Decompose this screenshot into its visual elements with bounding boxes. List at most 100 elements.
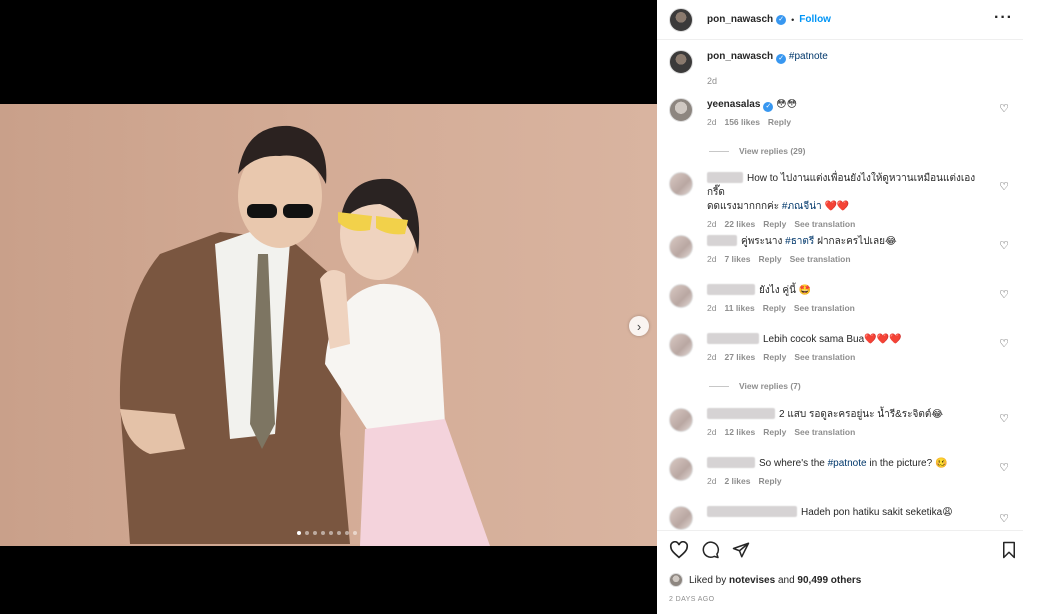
- comment-item: Lebih cocok sama Bua❤️❤️❤️ 2d 27 likes R…: [669, 333, 1009, 362]
- next-slide-button[interactable]: ›: [629, 316, 649, 336]
- carousel-dot: [321, 531, 325, 535]
- comment-likes[interactable]: 156 likes: [724, 117, 759, 127]
- caption-avatar[interactable]: [669, 50, 693, 74]
- comment-likes[interactable]: 27 likes: [724, 352, 755, 362]
- reply-button[interactable]: Reply: [763, 219, 786, 229]
- heart-icon[interactable]: ♡: [999, 337, 1009, 350]
- liker-avatar[interactable]: [669, 573, 683, 587]
- reply-button[interactable]: Reply: [763, 427, 786, 437]
- see-translation-button[interactable]: See translation: [794, 352, 855, 362]
- comment-hashtag[interactable]: #ธาตรี: [785, 236, 814, 247]
- commenter-avatar[interactable]: [669, 235, 693, 259]
- comment-likes[interactable]: 11 likes: [724, 303, 754, 313]
- commenter-avatar[interactable]: [669, 457, 693, 481]
- verified-icon: ✓: [776, 54, 787, 64]
- see-translation-button[interactable]: See translation: [794, 427, 855, 437]
- liked-by-user[interactable]: notevises: [729, 575, 775, 586]
- caption-username[interactable]: pon_nawasch: [707, 51, 773, 62]
- commenter-avatar[interactable]: [669, 408, 693, 432]
- bookmark-icon[interactable]: [1001, 541, 1017, 559]
- liked-by-prefix: Liked by: [689, 574, 727, 586]
- reply-button[interactable]: Reply: [768, 117, 791, 127]
- heart-icon[interactable]: ♡: [999, 180, 1009, 193]
- reply-button[interactable]: Reply: [758, 476, 781, 486]
- more-icon[interactable]: ···: [994, 9, 1013, 27]
- carousel-indicator: [297, 531, 357, 535]
- comment-age: 2d: [707, 476, 717, 486]
- comment-text-cont: in the picture? 🥴: [869, 458, 948, 469]
- comment-likes[interactable]: 12 likes: [724, 427, 755, 437]
- post-photo: [0, 104, 657, 546]
- comment-text-cont: ดดแรงมากกกค่ะ: [707, 201, 780, 212]
- commenter-avatar[interactable]: [669, 98, 693, 122]
- reply-button[interactable]: Reply: [763, 352, 786, 362]
- carousel-dot: [313, 531, 317, 535]
- heart-icon[interactable]: ♡: [999, 288, 1009, 301]
- blurred-username: [707, 172, 743, 183]
- see-translation-button[interactable]: See translation: [790, 254, 851, 264]
- comment-hearts: ❤️❤️: [824, 201, 850, 212]
- comment-item: yeenasalas ✓ 😳😳 2d 156 likes Reply ♡: [669, 98, 1009, 127]
- comment-hashtag[interactable]: #ภณจีน่า: [782, 201, 822, 212]
- commenter-avatar[interactable]: [669, 333, 693, 357]
- comment-item: So where's the #patnote in the picture? …: [669, 457, 1009, 486]
- carousel-dot: [345, 531, 349, 535]
- reply-button[interactable]: Reply: [758, 254, 781, 264]
- post-actions: Liked by notevises and 90,499 others 2 D…: [657, 530, 1023, 614]
- comment-item: 2 แสบ รอดูละครอยู่นะ น้ำรี&ระจิตต์😂 2d 1…: [669, 408, 1009, 437]
- commenter-avatar[interactable]: [669, 172, 693, 196]
- separator-dot: •: [791, 14, 795, 25]
- comment-age: 2d: [707, 254, 717, 264]
- comment-text: ยังไง คู่นี้ 🤩: [759, 285, 812, 296]
- comment-icon[interactable]: [701, 541, 720, 559]
- comment-age: 2d: [707, 352, 717, 362]
- carousel-dot: [337, 531, 341, 535]
- comment-hashtag[interactable]: #patnote: [828, 458, 867, 469]
- view-replies-button[interactable]: View replies (7): [709, 381, 801, 391]
- follow-button[interactable]: Follow: [799, 14, 831, 25]
- heart-icon[interactable]: ♡: [999, 461, 1009, 474]
- comment-likes[interactable]: 22 likes: [724, 219, 755, 229]
- likes-count[interactable]: 90,499 others: [797, 575, 861, 586]
- blurred-username: [707, 284, 755, 295]
- comment-item: Hadeh pon hatiku sakit seketika😩 ♡: [669, 506, 1009, 530]
- comment-text: 2 แสบ รอดูละครอยู่นะ น้ำรี&ระจิตต์😂: [779, 409, 944, 420]
- blurred-username: [707, 235, 737, 246]
- comment-likes[interactable]: 7 likes: [724, 254, 750, 264]
- heart-icon[interactable]: ♡: [999, 512, 1009, 525]
- heart-icon[interactable]: [669, 541, 689, 559]
- comment-item: คู่พระนาง #ธาตรี ฝากละครไปเลย😂 2d 7 like…: [669, 235, 1009, 264]
- comment-username[interactable]: yeenasalas: [707, 99, 760, 110]
- blurred-username: [707, 333, 759, 344]
- post-timestamp: 2 DAYS AGO: [669, 596, 715, 603]
- carousel-dot: [329, 531, 333, 535]
- view-replies-button[interactable]: View replies (29): [709, 146, 805, 156]
- reply-button[interactable]: Reply: [763, 303, 786, 313]
- comment-text: So where's the: [759, 458, 825, 469]
- post-media: ›: [0, 0, 657, 614]
- comment-text-cont: ฝากละครไปเลย😂: [817, 236, 897, 247]
- author-username[interactable]: pon_nawasch: [707, 14, 773, 25]
- heart-icon[interactable]: ♡: [999, 239, 1009, 252]
- caption-hashtag[interactable]: #patnote: [789, 51, 828, 62]
- chevron-right-icon: ›: [636, 318, 642, 334]
- author-avatar[interactable]: [669, 7, 693, 32]
- comment-age: 2d: [707, 117, 717, 127]
- heart-icon[interactable]: ♡: [999, 412, 1009, 425]
- verified-icon: ✓: [776, 14, 787, 25]
- heart-icon[interactable]: ♡: [999, 102, 1009, 115]
- comment-age: 2d: [707, 303, 717, 313]
- comment-age: 2d: [707, 427, 717, 437]
- commenter-avatar[interactable]: [669, 506, 693, 530]
- see-translation-button[interactable]: See translation: [794, 219, 855, 229]
- blurred-username: [707, 457, 755, 468]
- share-icon[interactable]: [732, 541, 750, 559]
- comment-age: 2d: [707, 219, 717, 229]
- caption-age: 2d: [707, 76, 718, 86]
- blurred-username: [707, 408, 775, 419]
- comment-likes[interactable]: 2 likes: [724, 476, 750, 486]
- post-side-panel: pon_nawasch ✓ • Follow ··· pon_nawasch ✓ …: [657, 0, 1023, 614]
- see-translation-button[interactable]: See translation: [794, 303, 855, 313]
- carousel-dot: [353, 531, 357, 535]
- commenter-avatar[interactable]: [669, 284, 693, 308]
